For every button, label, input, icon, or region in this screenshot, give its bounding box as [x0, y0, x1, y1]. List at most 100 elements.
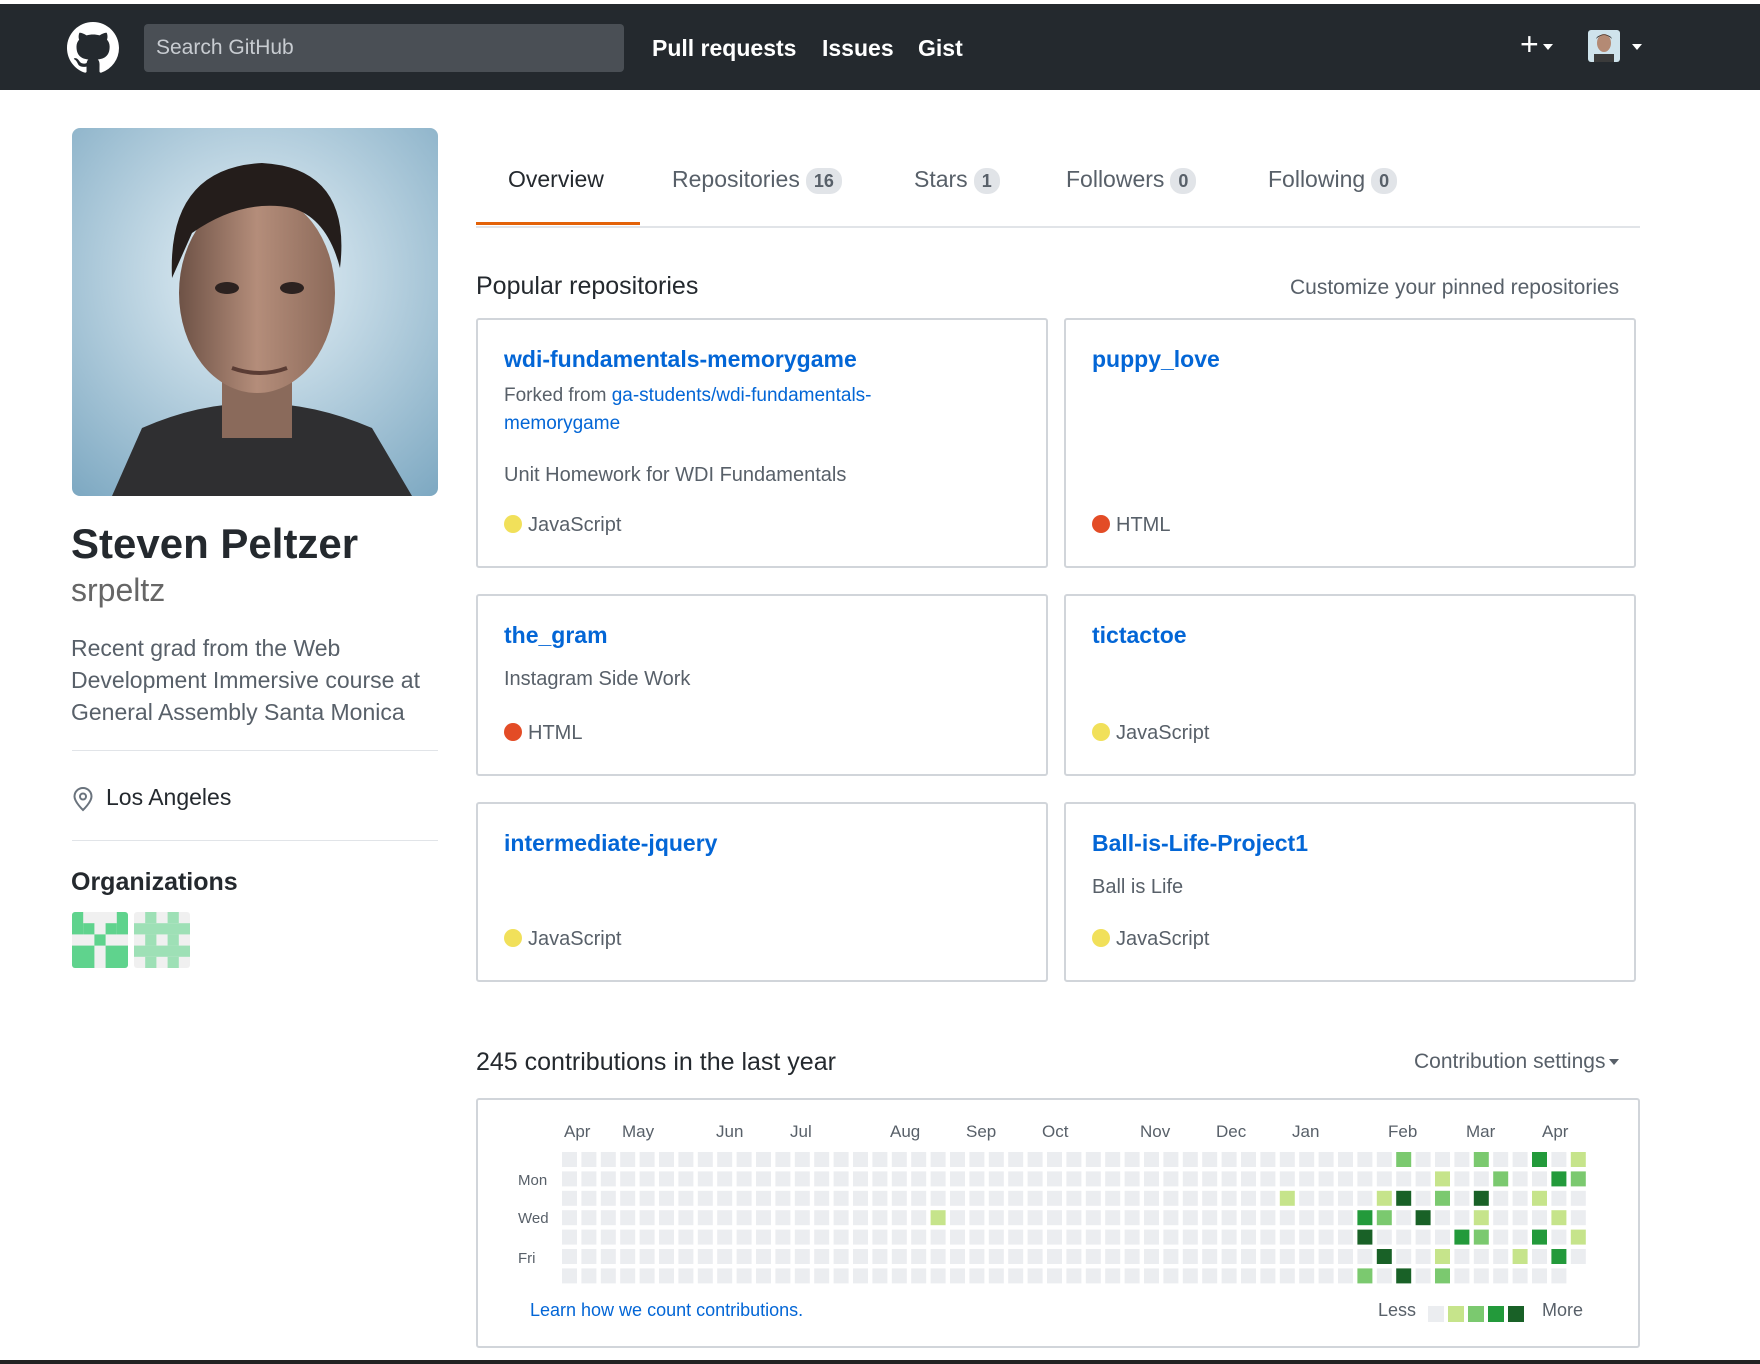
contribution-day[interactable] — [756, 1171, 771, 1187]
contribution-day[interactable] — [1570, 1152, 1586, 1167]
contribution-day[interactable] — [659, 1249, 674, 1264]
contribution-day[interactable] — [1415, 1190, 1431, 1206]
contribution-day[interactable] — [1357, 1268, 1373, 1284]
contribution-day[interactable] — [794, 1171, 810, 1187]
contribution-day[interactable] — [814, 1249, 830, 1264]
contribution-day[interactable] — [717, 1229, 733, 1245]
contribution-day[interactable] — [1338, 1229, 1353, 1245]
contribution-day[interactable] — [678, 1249, 694, 1264]
contribution-day[interactable] — [1357, 1249, 1373, 1264]
contribution-day[interactable] — [659, 1229, 674, 1245]
contribution-day[interactable] — [1299, 1210, 1315, 1226]
contribution-day[interactable] — [1202, 1249, 1218, 1264]
contribution-day[interactable] — [1570, 1190, 1586, 1206]
user-avatar-button[interactable] — [1588, 30, 1620, 62]
contribution-day[interactable] — [600, 1171, 616, 1187]
contribution-day[interactable] — [872, 1152, 888, 1167]
create-new-button[interactable]: + — [1520, 26, 1560, 62]
contribution-day[interactable] — [1027, 1268, 1043, 1284]
contribution-day[interactable] — [1163, 1268, 1179, 1284]
contribution-day[interactable] — [1512, 1152, 1528, 1167]
contribution-day[interactable] — [639, 1171, 655, 1187]
contribution-day[interactable] — [659, 1171, 674, 1187]
contribution-day[interactable] — [891, 1268, 907, 1284]
contribution-day[interactable] — [1318, 1152, 1334, 1167]
contribution-day[interactable] — [833, 1171, 849, 1187]
contribution-day[interactable] — [1512, 1268, 1528, 1284]
repo-name-link[interactable]: tictactoe — [1092, 622, 1187, 649]
contribution-day[interactable] — [736, 1152, 752, 1167]
contribution-day[interactable] — [697, 1249, 713, 1264]
contribution-day[interactable] — [1124, 1210, 1140, 1226]
contribution-day[interactable] — [1493, 1152, 1509, 1167]
contribution-day[interactable] — [1493, 1249, 1509, 1264]
contribution-day[interactable] — [1066, 1152, 1082, 1167]
organization-avatar[interactable] — [134, 912, 190, 968]
contribution-day[interactable] — [911, 1268, 927, 1284]
contribution-day[interactable] — [1008, 1210, 1024, 1226]
contribution-day[interactable] — [659, 1268, 674, 1284]
nav-gist[interactable]: Gist — [918, 30, 963, 66]
contribution-day[interactable] — [814, 1268, 830, 1284]
contribution-day[interactable] — [1493, 1171, 1509, 1187]
contribution-day[interactable] — [988, 1229, 1004, 1245]
contribution-day[interactable] — [1241, 1268, 1256, 1284]
contribution-day[interactable] — [1435, 1249, 1450, 1264]
contribution-day[interactable] — [1376, 1249, 1392, 1264]
contribution-day[interactable] — [853, 1190, 868, 1206]
contribution-settings-dropdown[interactable]: Contribution settings — [1414, 1050, 1620, 1074]
contribution-day[interactable] — [1163, 1171, 1179, 1187]
contribution-day[interactable] — [1299, 1268, 1315, 1284]
contribution-day[interactable] — [581, 1249, 597, 1264]
contribution-day[interactable] — [1124, 1268, 1140, 1284]
contribution-day[interactable] — [1221, 1190, 1237, 1206]
contribution-day[interactable] — [1105, 1268, 1121, 1284]
tab-following[interactable]: Following 0 — [1268, 162, 1398, 196]
contribution-day[interactable] — [1376, 1152, 1392, 1167]
contribution-day[interactable] — [775, 1249, 791, 1264]
contribution-day[interactable] — [1182, 1268, 1198, 1284]
contribution-day[interactable] — [1279, 1152, 1295, 1167]
contribution-day[interactable] — [1357, 1171, 1373, 1187]
contribution-day[interactable] — [1221, 1152, 1237, 1167]
contribution-day[interactable] — [1551, 1210, 1567, 1226]
contribution-day[interactable] — [988, 1171, 1004, 1187]
contribution-day[interactable] — [1241, 1210, 1256, 1226]
contribution-day[interactable] — [1415, 1152, 1431, 1167]
contribution-day[interactable] — [697, 1152, 713, 1167]
contribution-day[interactable] — [911, 1229, 927, 1245]
contribution-day[interactable] — [1066, 1268, 1082, 1284]
contribution-day[interactable] — [1027, 1210, 1043, 1226]
contribution-day[interactable] — [911, 1190, 927, 1206]
contribution-day[interactable] — [581, 1190, 597, 1206]
contribution-day[interactable] — [1047, 1249, 1062, 1264]
contribution-day[interactable] — [1008, 1249, 1024, 1264]
contribution-day[interactable] — [678, 1152, 694, 1167]
contribution-day[interactable] — [1260, 1171, 1276, 1187]
contribution-day[interactable] — [1182, 1229, 1198, 1245]
contribution-day[interactable] — [1182, 1190, 1198, 1206]
contribution-day[interactable] — [930, 1152, 946, 1167]
contribution-day[interactable] — [969, 1152, 985, 1167]
contribution-day[interactable] — [911, 1152, 927, 1167]
contribution-day[interactable] — [1241, 1249, 1256, 1264]
contribution-day[interactable] — [930, 1249, 946, 1264]
repo-name-link[interactable]: intermediate-jquery — [504, 830, 717, 857]
contribution-day[interactable] — [794, 1249, 810, 1264]
contribution-day[interactable] — [1299, 1249, 1315, 1264]
contribution-day[interactable] — [717, 1171, 733, 1187]
contribution-day[interactable] — [1008, 1229, 1024, 1245]
contribution-day[interactable] — [1163, 1190, 1179, 1206]
contribution-day[interactable] — [1066, 1249, 1082, 1264]
contribution-day[interactable] — [1318, 1249, 1334, 1264]
contribution-day[interactable] — [1027, 1249, 1043, 1264]
contribution-day[interactable] — [736, 1249, 752, 1264]
contribution-day[interactable] — [1415, 1268, 1431, 1284]
contribution-day[interactable] — [1415, 1171, 1431, 1187]
contribution-day[interactable] — [756, 1210, 771, 1226]
contribution-day[interactable] — [1512, 1229, 1528, 1245]
contribution-day[interactable] — [833, 1152, 849, 1167]
tab-repositories[interactable]: Repositories 16 — [672, 162, 842, 196]
contribution-day[interactable] — [1396, 1152, 1412, 1167]
contribution-day[interactable] — [950, 1249, 965, 1264]
